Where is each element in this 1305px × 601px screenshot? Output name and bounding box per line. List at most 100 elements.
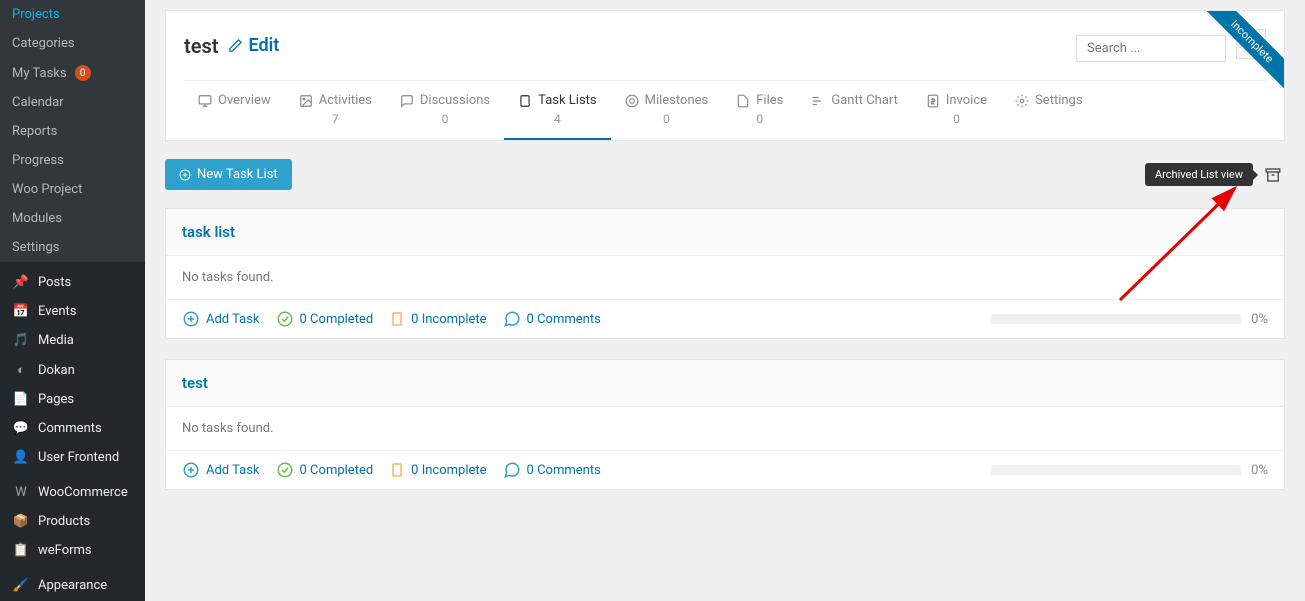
sidebar-item-progress[interactable]: Progress bbox=[0, 146, 145, 175]
tab-settings[interactable]: Settings bbox=[1001, 81, 1096, 140]
sidebar-item-posts[interactable]: 📌Posts bbox=[0, 268, 145, 297]
add-task-link[interactable]: Add Task bbox=[182, 461, 260, 479]
dollar-icon bbox=[926, 94, 940, 108]
products-icon: 📦 bbox=[12, 514, 30, 529]
sidebar-item-settings[interactable]: Settings bbox=[0, 233, 145, 262]
project-header: Incomplete test Edit Overview Activities… bbox=[165, 10, 1285, 141]
ribbon-label: Incomplete bbox=[1199, 11, 1284, 95]
sidebar-item-reports[interactable]: Reports bbox=[0, 117, 145, 146]
tab-invoice[interactable]: Invoice0 bbox=[912, 81, 1001, 140]
archive-wrap: Archived List view bbox=[1145, 163, 1285, 187]
sidebar-item-woocommerce[interactable]: WWooCommerce bbox=[0, 478, 145, 507]
clipboard-icon bbox=[389, 461, 405, 479]
check-circle-icon bbox=[276, 461, 294, 479]
sidebar-item-comments[interactable]: 💬Comments bbox=[0, 414, 145, 443]
archive-button[interactable] bbox=[1261, 163, 1285, 187]
sidebar-item-label: weForms bbox=[38, 543, 92, 558]
sidebar-item-label: Dokan bbox=[38, 363, 75, 378]
sidebar-item-events[interactable]: 📅 Events bbox=[0, 297, 145, 326]
tab-label: Task Lists bbox=[538, 93, 596, 108]
incomplete-stat[interactable]: 0 Incomplete bbox=[389, 461, 486, 479]
sidebar-item-categories[interactable]: Categories bbox=[0, 29, 145, 58]
tab-count: 0 bbox=[442, 112, 449, 126]
tab-count: 7 bbox=[332, 112, 339, 126]
stat-label: Add Task bbox=[206, 312, 260, 327]
tasklist-title[interactable]: test bbox=[166, 360, 1284, 407]
tab-discussions[interactable]: Discussions 0 bbox=[386, 81, 504, 140]
project-tabs: Overview Activities7 Discussions 0 Task L… bbox=[184, 80, 1266, 140]
sidebar-item-label: My Tasks bbox=[12, 66, 67, 81]
sidebar-item-wooproject[interactable]: Woo Project bbox=[0, 175, 145, 204]
archive-icon bbox=[1264, 166, 1282, 184]
user-icon: 👤 bbox=[12, 450, 30, 465]
tab-overview[interactable]: Overview bbox=[184, 81, 285, 140]
tab-label: Files bbox=[756, 93, 783, 108]
stat-label: 0 Completed bbox=[300, 463, 374, 478]
main-content: Incomplete test Edit Overview Activities… bbox=[145, 0, 1305, 601]
tab-gantt[interactable]: Gantt Chart bbox=[797, 81, 912, 140]
tab-count: 0 bbox=[663, 112, 670, 126]
calendar-icon: 📅 bbox=[12, 304, 30, 319]
sidebar-item-label: Events bbox=[38, 304, 76, 319]
sidebar-item-mytasks[interactable]: My Tasks 0 bbox=[0, 58, 145, 88]
admin-sidebar: Projects Categories My Tasks 0 Calendar … bbox=[0, 0, 145, 601]
tab-count: 0 bbox=[756, 112, 763, 126]
tab-count: 0 bbox=[953, 112, 960, 126]
new-tasklist-button[interactable]: New Task List bbox=[165, 159, 292, 190]
tab-count: 4 bbox=[554, 112, 561, 126]
pencil-icon bbox=[228, 38, 243, 53]
status-ribbon: Incomplete bbox=[1194, 11, 1284, 101]
clipboard-icon bbox=[518, 94, 532, 108]
tab-activities[interactable]: Activities7 bbox=[285, 81, 386, 140]
progress-percent: 0% bbox=[1251, 312, 1268, 327]
image-icon bbox=[299, 94, 313, 108]
sidebar-item-pages[interactable]: 📄 Pages bbox=[0, 385, 145, 414]
tab-tasklists[interactable]: Task Lists 4 bbox=[504, 81, 610, 140]
dokan-icon: ◐ bbox=[12, 362, 30, 378]
tasklist-title[interactable]: task list bbox=[166, 209, 1284, 256]
action-bar: New Task List Archived List view bbox=[165, 159, 1285, 190]
incomplete-stat[interactable]: 0 Incomplete bbox=[389, 310, 486, 328]
sidebar-item-label: User Frontend bbox=[38, 450, 119, 465]
plus-circle-icon bbox=[182, 310, 200, 328]
sidebar-item-media[interactable]: 🎵Media bbox=[0, 326, 145, 355]
add-task-link[interactable]: Add Task bbox=[182, 310, 260, 328]
sidebar-item-appearance[interactable]: 🖌️ Appearance bbox=[0, 571, 145, 600]
completed-stat[interactable]: 0 Completed bbox=[276, 461, 374, 479]
comments-icon: 💬 bbox=[12, 421, 30, 436]
tasklist-footer: Add Task 0 Completed 0 Incomplete 0 Comm… bbox=[166, 299, 1284, 338]
stat-label: 0 Incomplete bbox=[411, 463, 486, 478]
sidebar-item-products[interactable]: 📦Products bbox=[0, 507, 145, 536]
comments-stat[interactable]: 0 Comments bbox=[503, 310, 601, 328]
check-circle-icon bbox=[276, 310, 294, 328]
sidebar-item-calendar[interactable]: Calendar bbox=[0, 88, 145, 117]
sidebar-item-projects[interactable]: Projects bbox=[0, 0, 145, 29]
sidebar-item-dokan[interactable]: ◐ Dokan bbox=[0, 355, 145, 385]
sidebar-item-weforms[interactable]: 📋weForms bbox=[0, 536, 145, 565]
stat-label: 0 Incomplete bbox=[411, 312, 486, 327]
sidebar-item-label: Media bbox=[38, 333, 74, 348]
progress-bar bbox=[991, 465, 1241, 475]
pages-icon: 📄 bbox=[12, 392, 30, 407]
tab-label: Overview bbox=[218, 93, 271, 108]
sidebar-item-label: Pages bbox=[38, 392, 74, 407]
completed-stat[interactable]: 0 Completed bbox=[276, 310, 374, 328]
sidebar-item-modules[interactable]: Modules bbox=[0, 204, 145, 233]
brush-icon: 🖌️ bbox=[12, 578, 30, 593]
progress-percent: 0% bbox=[1251, 463, 1268, 478]
tab-milestones[interactable]: Milestones0 bbox=[611, 81, 723, 140]
stat-label: 0 Comments bbox=[527, 463, 601, 478]
stat-label: 0 Completed bbox=[300, 312, 374, 327]
file-icon bbox=[736, 94, 750, 108]
target-icon bbox=[625, 94, 639, 108]
progress-bar bbox=[991, 314, 1241, 324]
stat-label: Add Task bbox=[206, 463, 260, 478]
sidebar-item-label: Appearance bbox=[38, 578, 107, 593]
sidebar-item-userfrontend[interactable]: 👤 User Frontend bbox=[0, 443, 145, 472]
comments-stat[interactable]: 0 Comments bbox=[503, 461, 601, 479]
edit-link[interactable]: Edit bbox=[228, 35, 279, 56]
button-label: New Task List bbox=[197, 167, 278, 182]
tab-label: Discussions bbox=[420, 93, 490, 108]
clipboard-icon bbox=[389, 310, 405, 328]
tab-files[interactable]: Files 0 bbox=[722, 81, 797, 140]
